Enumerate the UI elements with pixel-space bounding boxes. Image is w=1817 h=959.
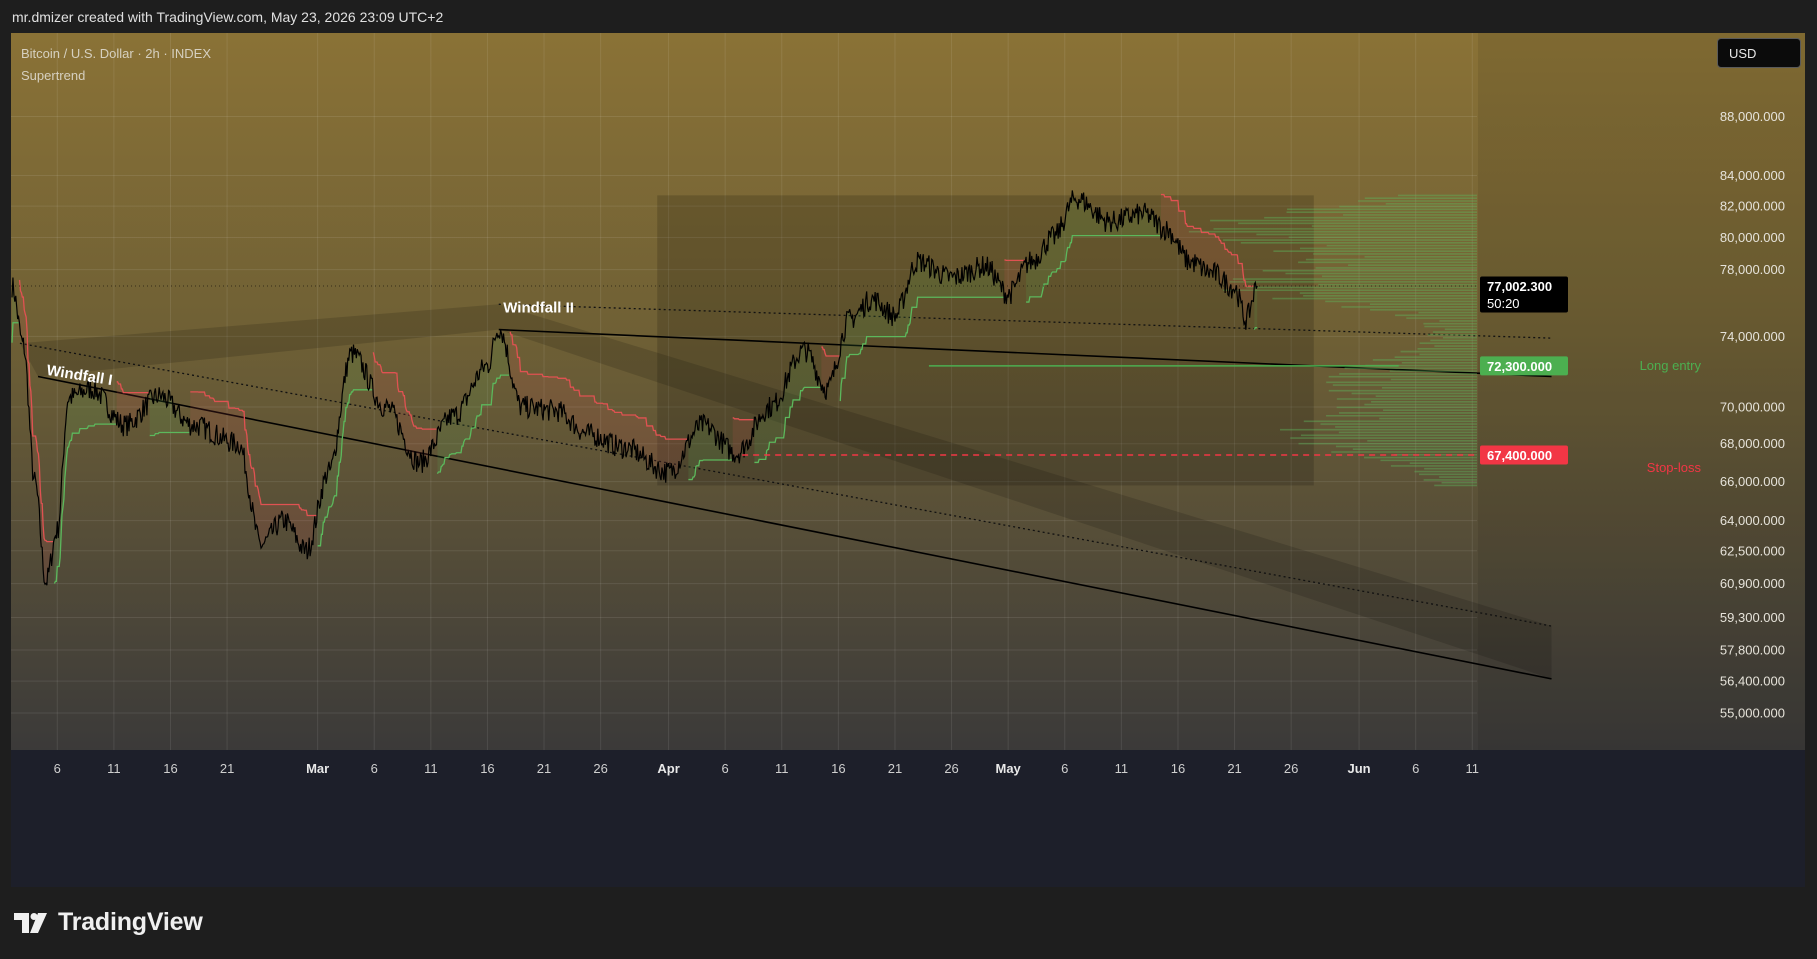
long-entry-price-tag: 72,300.000: [1487, 359, 1552, 374]
time-tick-label: 11: [1115, 761, 1129, 776]
brand-logo: TradingView: [14, 908, 203, 937]
time-tick-label: 21: [1227, 761, 1241, 776]
long-entry-label: Long entry: [1640, 358, 1702, 373]
time-tick-label: Mar: [306, 761, 329, 776]
time-tick-label: May: [996, 761, 1022, 776]
price-tick-label: 84,000.000: [1720, 168, 1785, 183]
time-tick-label: 26: [944, 761, 958, 776]
stop-loss-label: Stop-loss: [1647, 460, 1702, 475]
currency-button[interactable]: USD: [1717, 38, 1801, 68]
price-tick-label: 82,000.000: [1720, 199, 1785, 214]
time-tick-label: 6: [1061, 761, 1068, 776]
price-tick-label: 59,300.000: [1720, 610, 1785, 625]
price-tick-label: 88,000.000: [1720, 109, 1785, 124]
price-tick-label: 56,400.000: [1720, 674, 1785, 689]
time-tick-label: 16: [480, 761, 494, 776]
time-tick-label: 11: [775, 761, 789, 776]
time-tick-label: Apr: [657, 761, 679, 776]
current-price-tag: 77,002.300: [1487, 279, 1552, 294]
price-tick-label: 57,800.000: [1720, 642, 1785, 657]
time-tick-label: 16: [831, 761, 845, 776]
price-tick-label: 74,000.000: [1720, 329, 1785, 344]
time-tick-label: 21: [537, 761, 551, 776]
indicator-label[interactable]: Supertrend: [21, 65, 211, 87]
supertrend-up-fill: [1254, 282, 1258, 330]
price-tick-label: 68,000.000: [1720, 436, 1785, 451]
time-tick-label: 11: [1466, 761, 1480, 776]
time-axis-band: [11, 750, 1805, 887]
time-tick-label: 26: [593, 761, 607, 776]
time-tick-label: 6: [54, 761, 61, 776]
current-price-tag-countdown: 50:20: [1487, 296, 1520, 311]
stop-loss-price-tag: 67,400.000: [1487, 448, 1552, 463]
annotation-windfall-ii: Windfall II: [503, 300, 574, 317]
time-tick-label: 16: [163, 761, 177, 776]
time-tick-label: 6: [1412, 761, 1419, 776]
time-tick-label: 6: [371, 761, 378, 776]
time-tick-label: 21: [888, 761, 902, 776]
time-tick-label: 11: [424, 761, 438, 776]
brand-name: TradingView: [58, 908, 203, 936]
price-tick-label: 62,500.000: [1720, 543, 1785, 558]
time-tick-label: 6: [722, 761, 729, 776]
price-chart[interactable]: Windfall IWindfall IILong entryStop-loss…: [11, 33, 1805, 887]
chart-caption: mr.dmizer created with TradingView.com, …: [12, 9, 444, 25]
tradingview-logo-icon: [14, 912, 47, 933]
time-tick-label: 16: [1171, 761, 1185, 776]
chart-area[interactable]: Windfall I Windfall II Long entry Stop-loss…: [11, 33, 1805, 887]
time-tick-label: Jun: [1348, 761, 1371, 776]
chart-legend: Bitcoin / U.S. Dollar · 2h · INDEX Super…: [21, 43, 211, 87]
time-tick-label: 11: [107, 761, 121, 776]
price-tick-label: 64,000.000: [1720, 513, 1785, 528]
time-tick-label: 26: [1284, 761, 1298, 776]
price-tick-label: 80,000.000: [1720, 230, 1785, 245]
price-tick-label: 78,000.000: [1720, 262, 1785, 277]
price-tick-label: 70,000.000: [1720, 399, 1785, 414]
price-tick-label: 66,000.000: [1720, 474, 1785, 489]
time-tick-label: 21: [220, 761, 234, 776]
price-tick-label: 55,000.000: [1720, 706, 1785, 721]
price-tick-label: 60,900.000: [1720, 576, 1785, 591]
symbol-label[interactable]: Bitcoin / U.S. Dollar · 2h · INDEX: [21, 43, 211, 65]
